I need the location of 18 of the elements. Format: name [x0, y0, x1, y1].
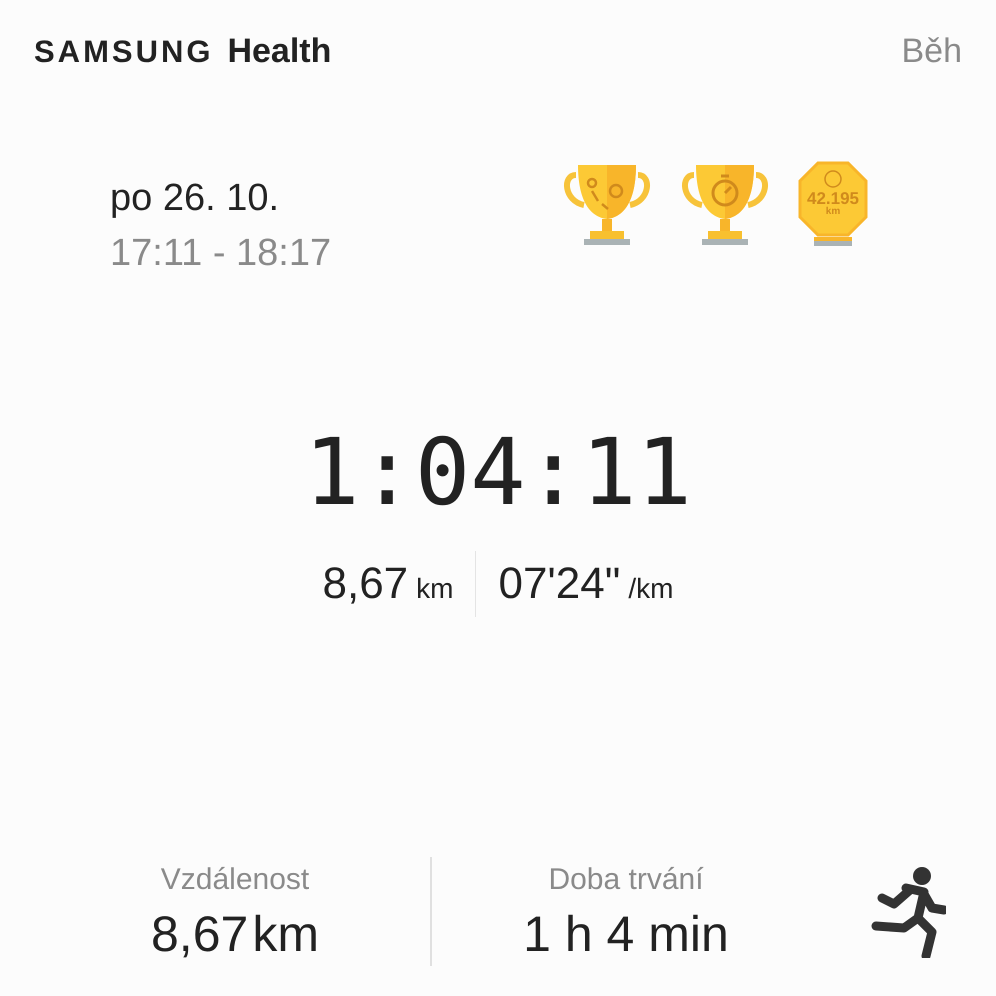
- summary-value: 07'24": [498, 558, 620, 610]
- summary-unit: km: [416, 572, 454, 606]
- stat-label: Doba trvání: [548, 862, 704, 898]
- activity-type: Běh: [902, 31, 962, 72]
- workout-timer: 1:04:11: [304, 418, 692, 528]
- stat-label: Vzdálenost: [160, 862, 310, 898]
- session-date: po 26. 10.: [110, 176, 280, 221]
- medal-distance: 42.195: [807, 190, 859, 207]
- stat-value: 1 h 4 min: [523, 905, 729, 964]
- running-person-icon: [870, 866, 946, 958]
- brand-name: SAMSUNG: [34, 33, 214, 71]
- medal-unit: km: [826, 207, 840, 217]
- summary-unit: /km: [628, 572, 674, 606]
- summary-value: 8,67: [322, 558, 408, 610]
- stat-unit: km: [252, 905, 319, 964]
- stat-value: 8,67: [151, 905, 248, 964]
- session-time: 17:11 - 18:17: [110, 231, 332, 276]
- app-name: Health: [227, 31, 332, 72]
